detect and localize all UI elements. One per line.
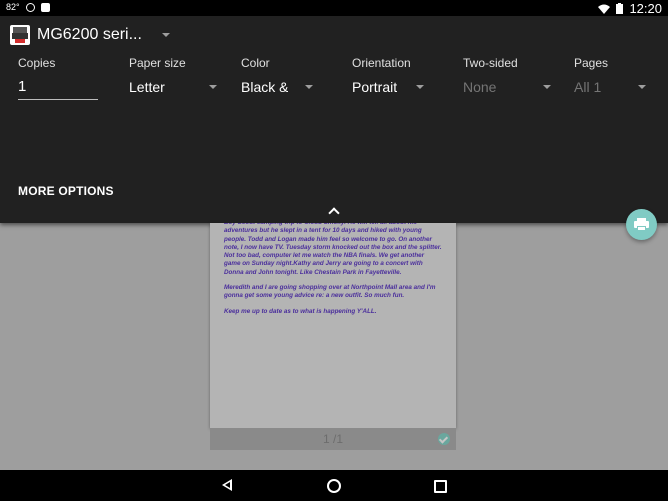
- paragraph: Meredith and I are going shopping over a…: [224, 284, 436, 300]
- check-icon[interactable]: [438, 433, 450, 445]
- more-options-button[interactable]: MORE OPTIONS: [18, 184, 114, 198]
- document-text: Boy Scout camping trip to Cloud Smoky. H…: [210, 223, 456, 316]
- paragraph: Keep me up to date as to what is happeni…: [224, 307, 377, 315]
- page-counter: 1 /1: [322, 432, 343, 446]
- wifi-icon: [598, 4, 611, 14]
- two-sided-field: Two-sided None: [463, 56, 563, 95]
- recent-apps-icon[interactable]: [434, 480, 447, 493]
- chevron-down-icon: [161, 33, 170, 37]
- two-sided-value: None: [463, 79, 497, 95]
- pages-label: Pages: [574, 56, 609, 70]
- chevron-down-icon: [416, 85, 424, 89]
- back-icon[interactable]: [222, 479, 236, 493]
- status-bar: 82° 12:20: [0, 0, 668, 16]
- paper-size-label: Paper size: [129, 56, 186, 70]
- chevron-up-icon[interactable]: [326, 205, 342, 217]
- chevron-down-icon: [209, 85, 217, 89]
- color-value: Black &: [241, 79, 289, 95]
- chevron-down-icon: [543, 85, 551, 89]
- two-sided-label: Two-sided: [463, 56, 518, 70]
- orientation-value: Portrait: [352, 79, 398, 95]
- preview-page[interactable]: Boy Scout camping trip to Cloud Smoky. H…: [210, 223, 456, 428]
- print-button[interactable]: [626, 209, 657, 240]
- copies-label: Copies: [18, 56, 56, 70]
- shield-icon: [25, 2, 35, 12]
- paper-size-value: Letter: [129, 79, 165, 95]
- copies-field: Copies: [18, 56, 118, 100]
- temperature-text: 82°: [6, 2, 20, 12]
- paper-size-field[interactable]: Paper size Letter: [129, 56, 229, 95]
- pages-value: All 1: [574, 79, 602, 95]
- battery-icon: [616, 3, 624, 14]
- printer-icon: [10, 25, 30, 45]
- home-icon[interactable]: [327, 479, 341, 493]
- pages-field: Pages All 1: [574, 56, 668, 95]
- bag-icon: [40, 2, 50, 12]
- color-label: Color: [241, 56, 270, 70]
- printer-selector[interactable]: MG6200 seri...: [10, 24, 170, 46]
- orientation-label: Orientation: [352, 56, 411, 70]
- orientation-field[interactable]: Orientation Portrait: [352, 56, 452, 95]
- color-field[interactable]: Color Black &: [241, 56, 341, 95]
- print-options-panel: MG6200 seri... Copies Paper size Letter …: [0, 16, 668, 223]
- printer-name: MG6200 seri...: [37, 26, 142, 43]
- chevron-down-icon: [305, 85, 313, 89]
- paragraph: Boy Scout camping trip to Cloud Smoky. H…: [224, 223, 442, 276]
- copies-input[interactable]: [18, 78, 98, 100]
- chevron-down-icon: [638, 85, 646, 89]
- navigation-bar: [0, 470, 668, 501]
- page-footer: 1 /1: [210, 428, 456, 450]
- clock-text: 12:20: [629, 1, 662, 16]
